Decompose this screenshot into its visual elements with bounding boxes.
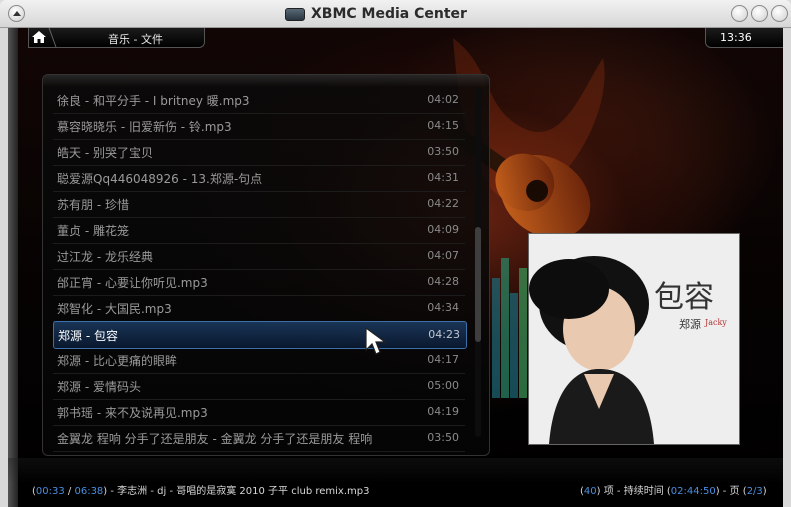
- list-item[interactable]: 苏有朋 - 珍惜 04:22: [53, 191, 465, 218]
- now-playing-status: (00:33 / 06:38) - 李志洲 - dj - 哥唱的是寂寞 2010…: [32, 486, 370, 497]
- list-item-title: 徐良 - 和平分手 - I britney 暖.mp3: [57, 94, 250, 108]
- list-item-duration: 04:19: [427, 405, 459, 418]
- album-cover-art: [529, 234, 739, 444]
- page-label: 页: [729, 486, 740, 497]
- list-item-title: 苏有朋 - 珍惜: [57, 198, 129, 212]
- list-item[interactable]: 郑智化 - 大国民.mp3 04:34: [53, 295, 465, 322]
- list-item-title: 皓天 - 别哭了宝贝: [57, 146, 153, 160]
- list-item-selected[interactable]: 郑源 - 包容 04:23: [53, 321, 467, 349]
- list-item[interactable]: 金翼龙 程响 分手了还是朋友 - 金翼龙 分手了还是朋友 程响 03:50: [53, 425, 465, 452]
- album-artist-text: 郑源: [679, 318, 701, 331]
- list-item-title: 郑智化 - 大国民.mp3: [57, 302, 172, 316]
- list-item-duration: 03:50: [427, 431, 459, 444]
- total-duration: 02:44:50: [670, 486, 716, 497]
- list-item[interactable]: 邰正宵 - 心要让你听见.mp3 04:28: [53, 269, 465, 296]
- left-edge: [8, 28, 18, 507]
- close-button[interactable]: [771, 5, 788, 22]
- list-scrollbar[interactable]: [475, 87, 481, 437]
- album-cover: 包容 郑源 Jacky: [528, 233, 740, 445]
- time-total: 06:38: [74, 486, 104, 497]
- list-item[interactable]: 皓天 - 别哭了宝贝 03:50: [53, 139, 465, 166]
- list-item[interactable]: 郑源 - 爱情码头 05:00: [53, 373, 465, 400]
- list-item[interactable]: 过江龙 - 龙乐经典 04:07: [53, 243, 465, 270]
- list-item-duration: 04:07: [427, 249, 459, 262]
- album-title-text: 包容: [654, 280, 714, 315]
- window-menu-button[interactable]: [8, 5, 25, 22]
- page-indicator: 2/3: [746, 486, 763, 497]
- list-item-title: 慕容晓晓乐 - 旧爱新伤 - 铃.mp3: [57, 120, 232, 134]
- list-item-title: 郭书瑶 - 来不及说再见.mp3: [57, 406, 208, 420]
- album-artist-en-text: Jacky: [705, 318, 727, 327]
- list-item-title: 郑源 - 包容: [58, 329, 118, 343]
- clock: 13:36: [720, 31, 752, 44]
- list-item[interactable]: 董贞 - 雕花笼 04:09: [53, 217, 465, 244]
- xbmc-logo-icon: [285, 7, 305, 21]
- list-item-duration: 04:31: [427, 171, 459, 184]
- list-item[interactable]: 慕容晓晓乐 - 旧爱新伤 - 铃.mp3 04:15: [53, 113, 465, 140]
- list-item-title: 过江龙 - 龙乐经典: [57, 250, 153, 264]
- list-item-duration: 04:02: [427, 93, 459, 106]
- list-item[interactable]: 郭书瑶 - 来不及说再见.mp3 04:19: [53, 399, 465, 426]
- home-icon[interactable]: [31, 30, 47, 44]
- media-stage: 音乐 - 文件 13:36 徐良 - 和平分手 - I britney 暖.mp…: [8, 28, 783, 507]
- file-list-panel: 徐良 - 和平分手 - I britney 暖.mp3 04:02 慕容晓晓乐 …: [42, 74, 490, 456]
- list-item[interactable]: 聪爱源Qq446048926 - 13.郑源-句点 04:31: [53, 165, 465, 192]
- item-count-label: 项 - 持续时间: [603, 486, 664, 497]
- visualizer-bars: [492, 258, 527, 398]
- list-item-title: 郑源 - 比心更痛的眼眸: [57, 354, 177, 368]
- list-item-duration: 04:17: [427, 353, 459, 366]
- list-item-duration: 04:23: [428, 328, 460, 341]
- window-title: XBMC Media Center: [285, 4, 467, 24]
- list-item[interactable]: 徐良 - 和平分手 - I britney 暖.mp3 04:02: [53, 87, 465, 114]
- list-item-duration: 04:15: [427, 119, 459, 132]
- list-item-duration: 04:09: [427, 223, 459, 236]
- time-elapsed: 00:33: [35, 486, 65, 497]
- window-title-text: XBMC Media Center: [311, 6, 467, 22]
- list-item[interactable]: 郑源 - 比心更痛的眼眸 04:17: [53, 347, 465, 374]
- list-item-duration: 04:34: [427, 301, 459, 314]
- mouse-pointer-icon: [365, 326, 387, 355]
- list-item-title: 聪爱源Qq446048926 - 13.郑源-句点: [57, 172, 263, 186]
- maximize-button[interactable]: [751, 5, 768, 22]
- title-bar: XBMC Media Center: [0, 0, 791, 28]
- list-item-duration: 04:28: [427, 275, 459, 288]
- minimize-button[interactable]: [731, 5, 748, 22]
- list-scrollbar-thumb[interactable]: [475, 227, 481, 342]
- list-item-duration: 03:50: [427, 145, 459, 158]
- list-item-duration: 05:00: [427, 379, 459, 392]
- list-item-title: 金翼龙 程响 分手了还是朋友 - 金翼龙 分手了还是朋友 程响: [57, 432, 373, 446]
- list-summary: (40) 项 - 持续时间 (02:44:50) - 页 (2/3): [580, 486, 767, 497]
- item-count: 40: [583, 486, 597, 497]
- floor-reflection: [8, 458, 783, 483]
- list-item-title: 郑源 - 爱情码头: [57, 380, 141, 394]
- list-item-title: 邰正宵 - 心要让你听见.mp3: [57, 276, 208, 290]
- breadcrumb: 音乐 - 文件: [108, 33, 163, 46]
- app-window: XBMC Media Center 音乐 - 文件 13:36 徐良 - 和平分…: [0, 0, 791, 507]
- now-playing-title: 李志洲 - dj - 哥唱的是寂寞 2010 子平 club remix.mp3: [117, 486, 370, 497]
- list-item-title: 董贞 - 雕花笼: [57, 224, 129, 238]
- list-item-duration: 04:22: [427, 197, 459, 210]
